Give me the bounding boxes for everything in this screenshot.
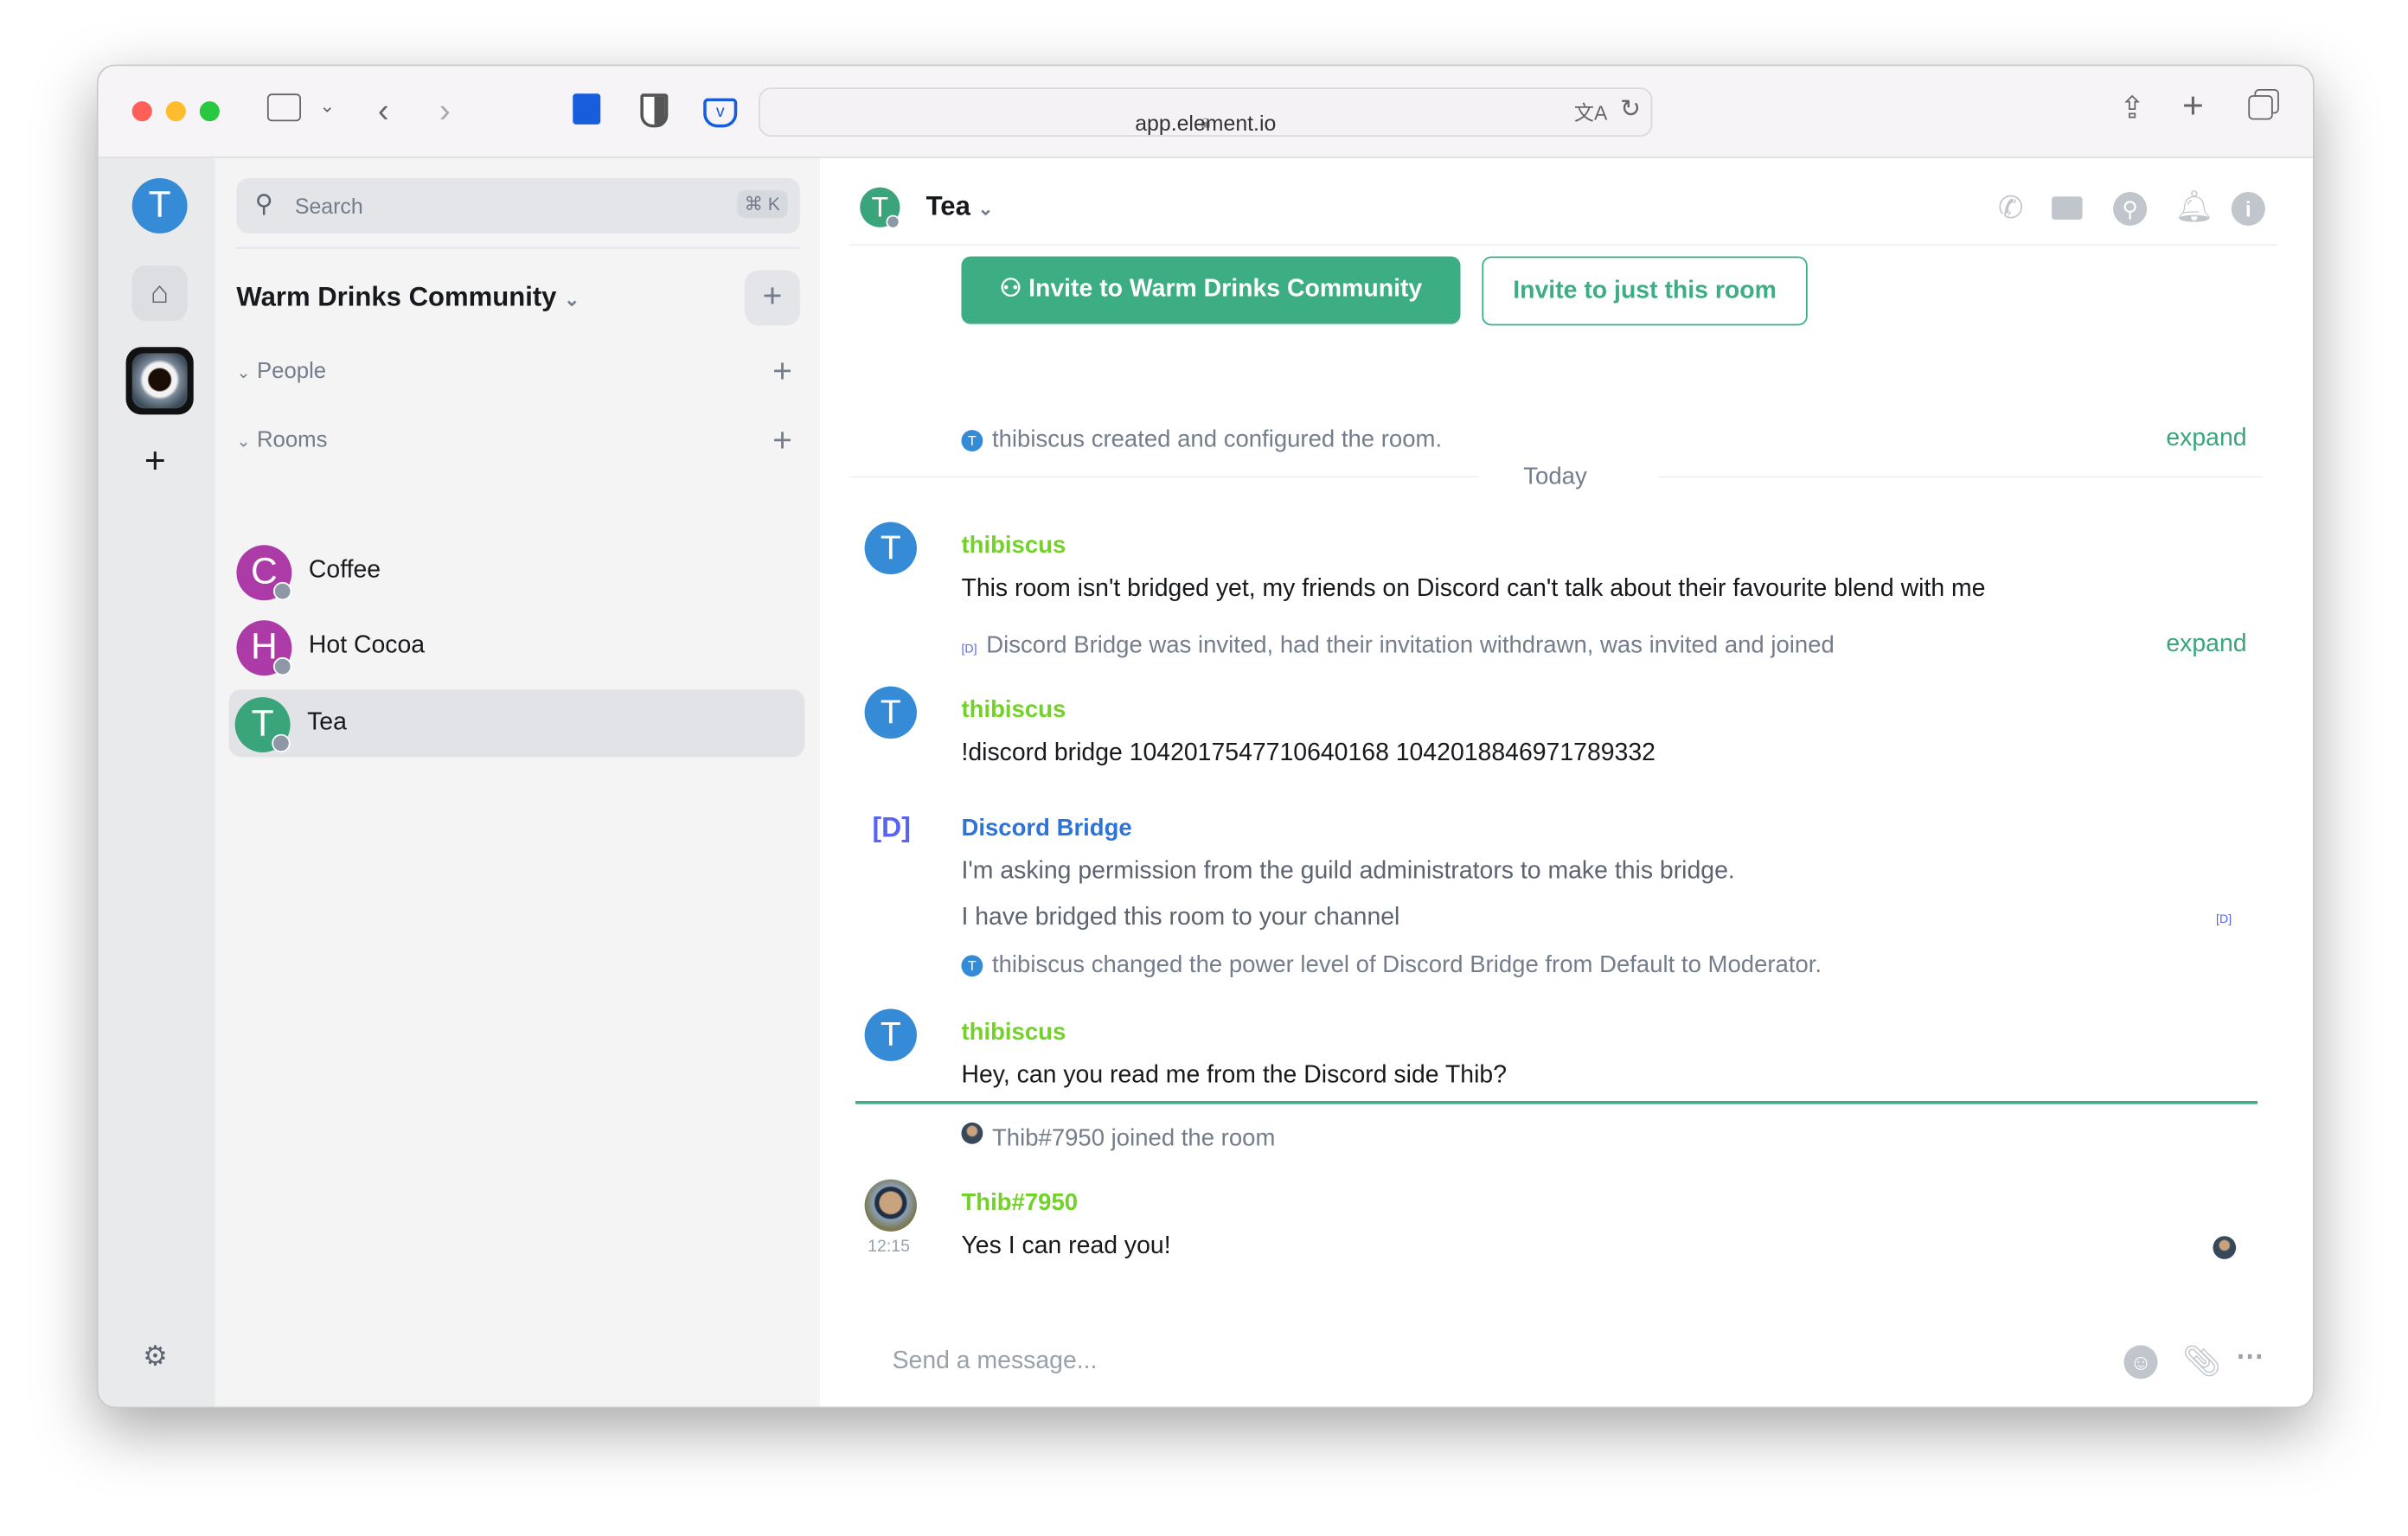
room-name: Coffee	[308, 557, 381, 584]
sender-name[interactable]: Thib#7950	[961, 1190, 1078, 1218]
event-text: Discord Bridge was invited, had their in…	[986, 632, 1835, 659]
expand-link[interactable]: expand	[2166, 631, 2246, 659]
chevron-down-icon: ⌄	[564, 288, 580, 310]
user-avatar: T	[961, 430, 983, 451]
event-text: Thib#7950 joined the room	[991, 1125, 1276, 1152]
read-receipt-icon[interactable]: [D]	[2216, 912, 2232, 926]
event-text: thibiscus created and configured the roo…	[991, 426, 1443, 453]
public-room-icon	[273, 656, 292, 676]
message-timestamp: 12:15	[868, 1238, 911, 1257]
power-level-event: Tthibiscus changed the power level of Di…	[961, 952, 1822, 980]
button-label: Invite to Warm Drinks Community	[1028, 276, 1423, 303]
membership-event: [D] Discord Bridge was invited, had their…	[961, 633, 1834, 661]
chevron-down-icon[interactable]: ⌄	[319, 95, 335, 117]
space-name[interactable]: Warm Drinks Community ⌄	[236, 281, 580, 313]
chevron-down-icon: ⌄	[236, 432, 251, 451]
invite-to-community-button[interactable]: ⚇ Invite to Warm Drinks Community	[961, 256, 1461, 324]
phone-icon[interactable]: ✆	[1998, 189, 2024, 227]
discord-bridge-icon: [D]	[961, 642, 977, 656]
sender-avatar[interactable]: T	[864, 686, 917, 739]
search-shortcut: ⌘ K	[736, 190, 788, 219]
timeline: ⚇ Invite to Warm Drinks Community Invite…	[820, 97, 2313, 1407]
bell-icon[interactable]: 🔔︎	[2174, 188, 2213, 226]
message-body: I have bridged this room to your channel	[961, 904, 1400, 931]
chevron-down-icon: ⌄	[977, 198, 994, 220]
sender-name[interactable]: thibiscus	[961, 697, 1066, 725]
message-body: This room isn't bridged yet, my friends …	[961, 575, 1986, 602]
space-name-label: Warm Drinks Community	[236, 280, 557, 312]
message-body: I'm asking permission from the guild adm…	[961, 858, 1735, 885]
user-avatar: T	[961, 955, 983, 977]
public-room-icon	[886, 214, 900, 229]
public-room-icon	[272, 733, 291, 752]
message-body: Yes I can read you!	[961, 1232, 1171, 1259]
message-body: !discord bridge 1042017547710640168 1042…	[961, 739, 1656, 766]
invite-user-icon: ⚇	[999, 276, 1029, 303]
shield-icon[interactable]	[640, 93, 669, 128]
message-composer[interactable]: Send a message...	[893, 1348, 2091, 1376]
minimize-window-button[interactable]	[165, 101, 186, 122]
sender-avatar[interactable]: T	[864, 1008, 917, 1061]
read-marker	[855, 1101, 2258, 1104]
room-view: ⚇ Invite to Warm Drinks Community Invite…	[820, 157, 2313, 1407]
section-rooms[interactable]: ⌄ Rooms	[236, 428, 327, 452]
room-created-event: Tthibiscus created and configured the ro…	[961, 427, 1442, 455]
room-name: Tea	[307, 709, 347, 736]
discord-bridge-avatar[interactable]: [D]	[872, 812, 910, 844]
browser-window: ⌄ ‹ › v 🔒︎ app.element.io 文A ↻ ⇪ + T ⌂ +…	[96, 64, 2315, 1409]
room-item-hot-cocoa[interactable]: H Hot Cocoa	[230, 612, 804, 680]
close-window-button[interactable]	[131, 101, 152, 122]
search-icon: ⚲	[254, 191, 273, 219]
invite-to-room-button[interactable]: Invite to just this room	[1482, 256, 1808, 326]
bitwarden-icon[interactable]	[573, 93, 601, 125]
room-title: Tea	[925, 190, 970, 221]
more-options-icon[interactable]: ⋯	[2236, 1341, 2264, 1373]
user-avatar	[961, 1122, 983, 1144]
room-list-panel: ⚲ Search ⌘ K Warm Drinks Community ⌄ + ⌄…	[215, 157, 821, 1407]
sidebar-icon[interactable]	[266, 93, 301, 122]
search-icon[interactable]: ⚲	[2113, 191, 2148, 226]
sender-name[interactable]: thibiscus	[961, 1020, 1066, 1047]
add-to-space-button[interactable]: +	[745, 270, 801, 326]
chevron-down-icon: ⌄	[236, 363, 251, 383]
forward-icon[interactable]: ›	[439, 91, 451, 131]
search-placeholder: Search	[294, 193, 363, 219]
attachment-icon[interactable]: 📎︎	[2182, 1342, 2221, 1380]
section-people[interactable]: ⌄ People	[236, 359, 326, 383]
section-label: People	[256, 359, 327, 384]
emoji-icon[interactable]: ☺	[2123, 1345, 2158, 1379]
date-separator: Today	[1523, 464, 1587, 490]
user-avatar[interactable]: T	[131, 177, 188, 234]
expand-link[interactable]: expand	[2166, 426, 2246, 453]
info-icon[interactable]: i	[2231, 191, 2265, 226]
add-person-button[interactable]: +	[772, 352, 792, 392]
section-label: Rooms	[256, 428, 328, 453]
room-item-tea[interactable]: T Tea	[228, 689, 805, 758]
add-room-button[interactable]: +	[772, 420, 792, 460]
read-receipt-avatar[interactable]	[2213, 1236, 2237, 1259]
back-icon[interactable]: ‹	[378, 91, 389, 131]
sender-name[interactable]: Discord Bridge	[961, 816, 1131, 843]
create-space-button[interactable]: +	[144, 441, 166, 484]
join-event: Thib#7950 joined the room	[961, 1122, 1276, 1154]
sender-name[interactable]: thibiscus	[961, 533, 1066, 560]
video-icon[interactable]	[2052, 196, 2083, 220]
search-input[interactable]: ⚲ Search ⌘ K	[236, 177, 801, 234]
space-rail: T ⌂ + ⚙	[98, 157, 215, 1407]
home-icon[interactable]: ⌂	[131, 266, 188, 322]
room-name-button[interactable]: Tea ⌄	[926, 190, 994, 222]
event-text: thibiscus changed the power level of Dis…	[991, 951, 1822, 978]
gear-icon[interactable]: ⚙	[143, 1341, 168, 1373]
sender-avatar[interactable]	[864, 1179, 917, 1232]
maximize-window-button[interactable]	[199, 101, 220, 122]
room-item-coffee[interactable]: C Coffee	[230, 537, 804, 605]
message-body: Hey, can you read me from the Discord si…	[961, 1062, 1507, 1089]
space-warm-drinks[interactable]	[125, 347, 194, 415]
sender-avatar[interactable]: T	[864, 522, 917, 575]
room-name: Hot Cocoa	[308, 632, 426, 659]
public-room-icon	[273, 581, 292, 601]
pocket-icon[interactable]: v	[703, 98, 738, 128]
room-header: T Tea ⌄ ✆ ⚲ 🔔︎ i	[820, 157, 2313, 246]
coffee-cup-icon	[131, 353, 188, 409]
